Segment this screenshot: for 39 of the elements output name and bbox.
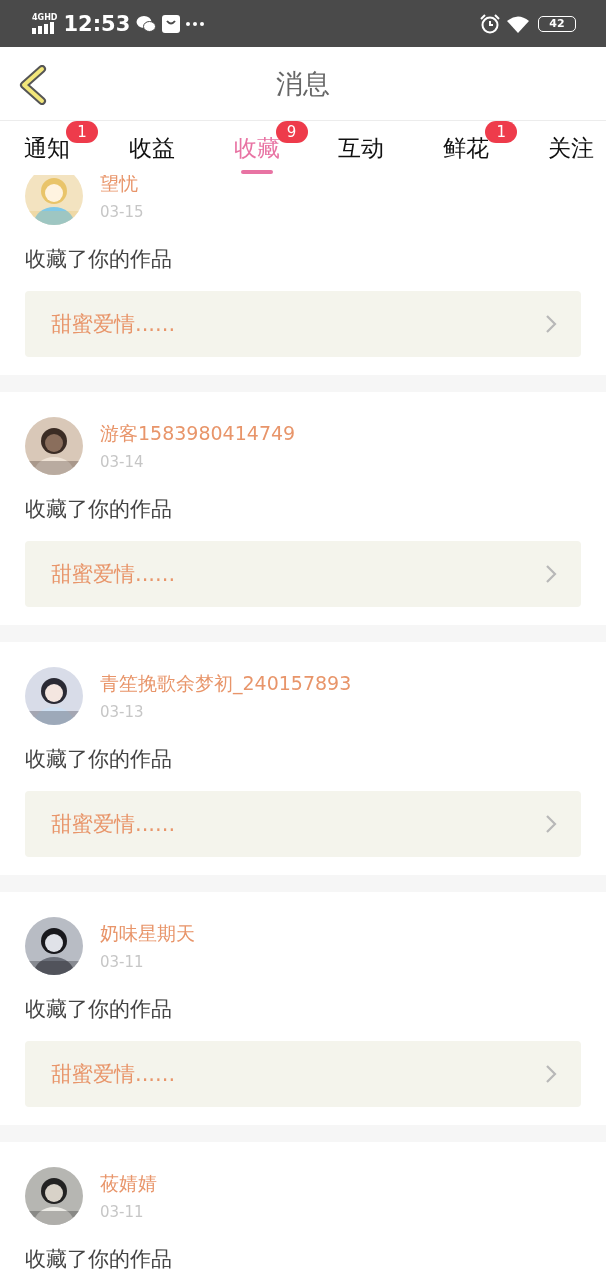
chevron-right-icon bbox=[545, 564, 557, 584]
chevron-right-icon bbox=[545, 1064, 557, 1084]
message-date: 03-11 bbox=[100, 953, 145, 971]
message-date: 03-14 bbox=[100, 453, 145, 471]
message-text: 收藏了你的作品 bbox=[25, 746, 173, 773]
message-date: 03-11 bbox=[100, 1203, 145, 1221]
more-icon bbox=[186, 21, 205, 26]
tab[interactable]: 关注 bbox=[548, 121, 594, 175]
network-type: 4GHD bbox=[32, 13, 58, 22]
message-text: 收藏了你的作品 bbox=[25, 496, 173, 523]
chevron-right-icon bbox=[545, 814, 557, 834]
tab[interactable]: 互动 bbox=[338, 121, 385, 175]
user-name[interactable]: 奶味星期天 bbox=[100, 921, 195, 947]
bag-icon bbox=[162, 14, 181, 33]
work-link[interactable]: 甜蜜爱情...... bbox=[25, 541, 581, 607]
user-name[interactable]: 青笙挽歌余梦初_240157893 bbox=[100, 671, 352, 697]
page-title: 消息 bbox=[276, 66, 330, 101]
work-link[interactable]: 甜蜜爱情...... bbox=[25, 291, 581, 357]
work-title: 甜蜜爱情...... bbox=[51, 811, 176, 838]
battery-icon: 42 bbox=[538, 15, 576, 32]
tab[interactable]: 收益 bbox=[128, 121, 175, 175]
chevron-right-icon bbox=[545, 314, 557, 334]
work-title: 甜蜜爱情...... bbox=[51, 311, 176, 338]
work-title: 甜蜜爱情...... bbox=[51, 561, 176, 588]
user-name[interactable]: 莜婧婧 bbox=[100, 1171, 157, 1197]
message-text: 收藏了你的作品 bbox=[25, 1246, 173, 1273]
message-text: 收藏了你的作品 bbox=[25, 996, 173, 1023]
wifi-icon bbox=[506, 14, 532, 33]
message-text: 收藏了你的作品 bbox=[25, 246, 173, 273]
message-date: 03-15 bbox=[100, 203, 144, 221]
chat-icon bbox=[136, 14, 157, 33]
user-name[interactable]: 游客1583980414749 bbox=[100, 421, 296, 447]
message-date: 03-13 bbox=[100, 703, 145, 721]
signal-icon bbox=[32, 21, 56, 34]
work-link[interactable]: 甜蜜爱情...... bbox=[25, 1041, 581, 1107]
work-link[interactable]: 甜蜜爱情...... bbox=[25, 791, 581, 857]
clock: 12:53 bbox=[63, 11, 131, 36]
alarm-icon bbox=[480, 13, 500, 34]
work-title: 甜蜜爱情...... bbox=[51, 1061, 176, 1088]
